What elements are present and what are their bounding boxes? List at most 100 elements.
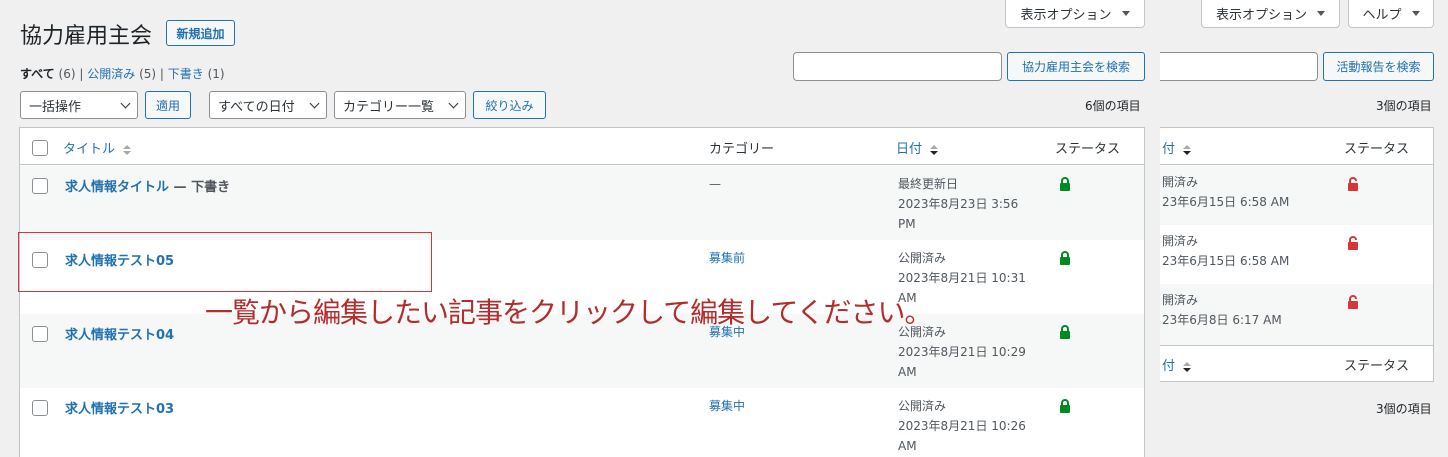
annotation-highlight-box — [18, 232, 432, 292]
column-title[interactable]: タイトル — [63, 138, 132, 157]
column-title-label: タイトル — [63, 142, 116, 157]
table-row: 求人情報タイトル — 下書き — 最終更新日 2023年8月23日 3:56 P… — [20, 166, 1144, 240]
search-button[interactable]: 協力雇用主会を検索 — [1007, 52, 1145, 81]
row-date-line1: 23年6月15日 6:58 AM — [1162, 195, 1290, 209]
separator: | — [159, 67, 164, 81]
row-date-line1: 23年6月15日 6:58 AM — [1162, 254, 1290, 268]
date-filter-select[interactable]: すべての日付 — [209, 91, 327, 119]
row-date-label: 最終更新日 — [898, 177, 959, 191]
items-count: 6個の項目 — [1085, 99, 1141, 113]
row-date-line2: AM — [898, 365, 917, 379]
filter-all-count: (6) — [58, 67, 76, 81]
row-date-label: 開済み — [1162, 293, 1199, 307]
column-date[interactable]: 付 — [1162, 355, 1192, 374]
table-footer: 付 ステータス — [1160, 346, 1433, 381]
column-status: ステータス — [1344, 359, 1410, 374]
lock-icon — [1060, 325, 1070, 339]
chevron-down-icon — [309, 98, 320, 108]
row-state: — 下書き — [169, 180, 231, 195]
screen-options-button[interactable]: 表示オプション — [1005, 0, 1145, 28]
sort-icon — [123, 144, 132, 155]
screen-options-label-right: 表示オプション — [1215, 8, 1307, 23]
row-date-label: 開済み — [1162, 234, 1199, 248]
help-label: ヘルプ — [1362, 8, 1402, 23]
column-date[interactable]: 日付 — [896, 138, 939, 157]
column-date-label: 付 — [1162, 142, 1176, 157]
unlock-icon — [1348, 177, 1358, 191]
unlock-icon — [1348, 236, 1358, 250]
row-title: 求人情報タイトル — 下書き — [65, 176, 230, 195]
lock-icon — [1060, 177, 1070, 191]
sort-icon — [930, 144, 939, 155]
column-status: ステータス — [1344, 142, 1410, 157]
row-date-label: 公開済み — [898, 399, 947, 413]
screen-options-button-right[interactable]: 表示オプション — [1201, 0, 1340, 28]
sort-icon — [1183, 361, 1192, 372]
column-category: カテゴリー — [709, 142, 775, 157]
row-date-line1: 2023年8月23日 3:56 — [898, 197, 1019, 211]
table-row: 開済み 23年6月15日 6:58 AM — [1160, 166, 1433, 225]
unlock-icon — [1348, 295, 1358, 309]
search-button-right[interactable]: 活動報告を検索 — [1323, 52, 1434, 81]
table-row: 開済み 23年6月8日 6:17 AM — [1160, 284, 1433, 346]
filter-button[interactable]: 絞り込み — [473, 91, 546, 119]
row-title: 求人情報テスト03 — [65, 398, 174, 417]
column-date[interactable]: 付 — [1162, 138, 1192, 157]
filter-draft[interactable]: 下書き — [168, 67, 204, 81]
screen-options-label: 表示オプション — [1020, 8, 1112, 23]
row-date-line2: AM — [898, 439, 917, 453]
row-title-link[interactable]: 求人情報テスト03 — [65, 402, 174, 417]
caret-down-icon — [1317, 11, 1325, 16]
row-category-link[interactable]: 募集中 — [709, 396, 745, 416]
category-filter-select[interactable]: カテゴリー一覧 — [334, 91, 466, 119]
row-date: 開済み 23年6月15日 6:58 AM — [1162, 231, 1289, 271]
row-checkbox[interactable] — [32, 178, 48, 194]
row-category: — — [709, 177, 721, 191]
search-input-right[interactable] — [1160, 52, 1318, 81]
table-header: タイトル カテゴリー 日付 ステータス — [20, 128, 1144, 165]
row-date-label: 公開済み — [898, 251, 947, 265]
row-title-link[interactable]: 求人情報タイトル — [65, 180, 169, 195]
column-status: ステータス — [1055, 142, 1121, 157]
date-filter-label: すべての日付 — [218, 99, 295, 115]
row-title-link[interactable]: 求人情報テスト04 — [65, 328, 174, 343]
separator: | — [79, 67, 84, 81]
row-date-line1: 2023年8月21日 10:29 — [898, 345, 1026, 359]
row-date-line1: 2023年8月21日 10:26 — [898, 419, 1026, 433]
row-date-line1: 23年6月8日 6:17 AM — [1162, 313, 1282, 327]
row-date: 最終更新日 2023年8月23日 3:56 PM — [898, 174, 1018, 234]
items-count-right: 3個の項目 — [1376, 99, 1432, 113]
filter-published[interactable]: 公開済み — [87, 67, 135, 81]
annotation-text: 一覧から編集したい記事をクリックして編集してください。 — [205, 296, 932, 329]
filter-draft-count: (1) — [207, 67, 225, 81]
table-row: 開済み 23年6月15日 6:58 AM — [1160, 225, 1433, 284]
row-checkbox[interactable] — [32, 400, 48, 416]
chevron-down-icon — [448, 98, 459, 108]
row-date-line1: 2023年8月21日 10:31 — [898, 271, 1026, 285]
row-date: 開済み 23年6月15日 6:58 AM — [1162, 172, 1289, 212]
row-date-label: 開済み — [1162, 175, 1199, 189]
row-date-line2: PM — [898, 217, 916, 231]
help-button[interactable]: ヘルプ — [1348, 0, 1434, 28]
bulk-action-label: 一括操作 — [29, 99, 82, 115]
items-count-right-bottom: 3個の項目 — [1376, 402, 1432, 416]
filter-published-count: (5) — [139, 67, 157, 81]
apply-button[interactable]: 適用 — [145, 91, 191, 119]
table-row: 求人情報テスト03 募集中 公開済み 2023年8月21日 10:26 AM — [20, 388, 1144, 457]
add-new-button[interactable]: 新規追加 — [166, 20, 235, 46]
filter-all[interactable]: すべて — [20, 67, 55, 81]
row-date: 公開済み 2023年8月21日 10:29 AM — [898, 322, 1026, 382]
search-input[interactable] — [793, 52, 1002, 81]
column-date-label: 日付 — [896, 142, 923, 157]
caret-down-icon — [1121, 11, 1130, 16]
row-checkbox[interactable] — [32, 326, 48, 342]
chevron-down-icon — [120, 98, 131, 108]
bulk-action-select[interactable]: 一括操作 — [20, 91, 138, 119]
select-all-checkbox[interactable] — [32, 140, 48, 156]
row-category-link[interactable]: 募集前 — [709, 248, 745, 268]
activity-table: 付 ステータス 開済み 23年6月15日 6:58 AM 開済み 23年6月15… — [1160, 127, 1434, 382]
lock-icon — [1060, 251, 1070, 265]
row-date: 公開済み 2023年8月21日 10:26 AM — [898, 396, 1026, 456]
category-filter-label: カテゴリー一覧 — [343, 99, 435, 115]
caret-down-icon — [1411, 11, 1420, 16]
